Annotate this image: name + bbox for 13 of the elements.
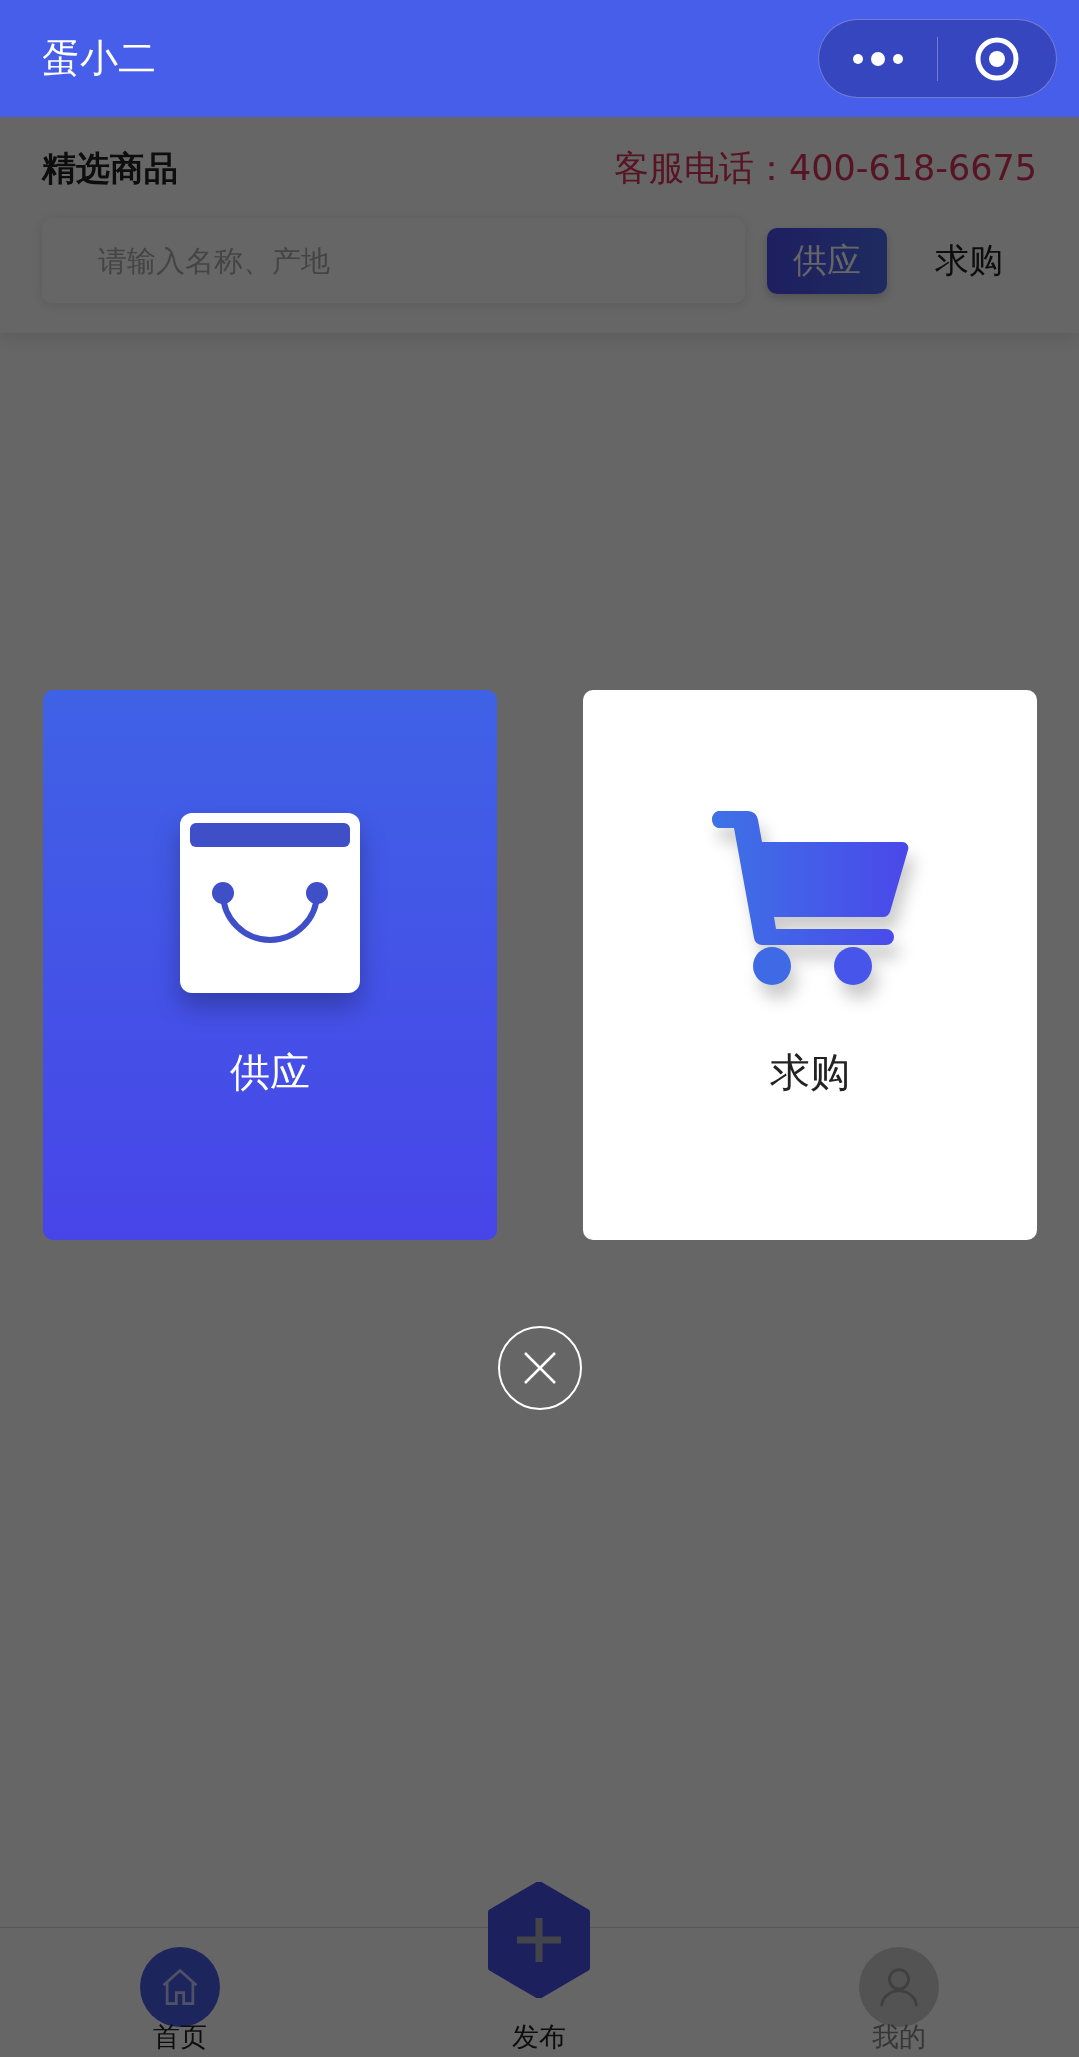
close-button[interactable] xyxy=(497,1326,582,1410)
hotline-text: 客服电话：400-618-6675 xyxy=(614,147,1037,190)
option-card[interactable]: 求购 xyxy=(582,690,1037,1240)
target-icon xyxy=(974,35,1020,82)
plus-icon xyxy=(487,1882,592,1998)
tab-item[interactable]: 首页 xyxy=(0,1928,360,2057)
filter-tab[interactable]: 供应 xyxy=(767,227,887,294)
shopping-bag-icon xyxy=(177,810,362,995)
option-card[interactable]: 供应 xyxy=(42,690,497,1240)
app-title: 蛋小二 xyxy=(42,35,156,82)
more-icon xyxy=(850,51,906,66)
section-heading: 精选商品 xyxy=(42,146,178,190)
filter-tab[interactable]: 求购 xyxy=(909,227,1029,294)
